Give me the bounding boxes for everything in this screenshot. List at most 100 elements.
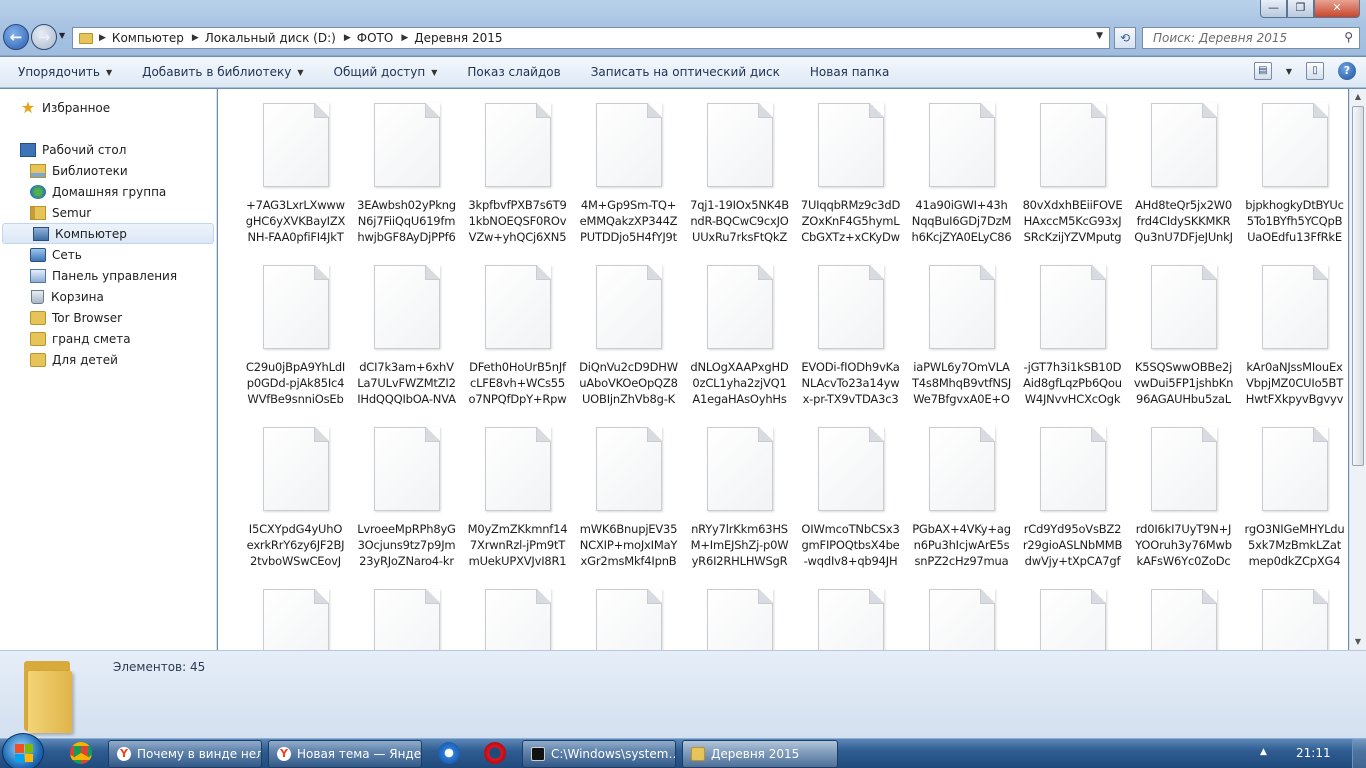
sidebar-item-control-panel[interactable]: Панель управления (0, 265, 216, 286)
taskbar-item-explorer[interactable]: Деревня 2015 (682, 740, 838, 768)
scroll-down-icon[interactable]: ▼ (1350, 634, 1366, 650)
file-item[interactable] (795, 587, 906, 650)
breadcrumb-foto[interactable]: ФОТО ▶ (357, 31, 408, 45)
refresh-button[interactable]: ⟲ (1114, 27, 1136, 49)
add-to-library-button[interactable]: Добавить в библиотеку ▼ (142, 65, 303, 79)
file-item[interactable]: K5SQSwwOBBe2jvwDui5FP1jshbKn96AGAUHbu5za… (1128, 263, 1239, 425)
folder-icon (24, 657, 74, 733)
file-name: rCd9Yd95oVsBZ2r29gioASLNbMMBdwVjy+tXpCA7… (1022, 522, 1123, 568)
file-item[interactable]: 3kpfbvfPXB7s6T91kbNOEQSF0ROvVZw+yhQCj6XN… (462, 101, 573, 263)
back-button[interactable]: ← (3, 24, 29, 50)
file-item[interactable]: LvroeeMpRPh8yG3Ocjuns9tz7p9Jm23yRJoZNaro… (351, 425, 462, 587)
change-view-icon[interactable]: ▤ (1253, 62, 1272, 80)
breadcrumb-current-folder[interactable]: Деревня 2015 (414, 31, 502, 45)
sidebar-item-libraries[interactable]: Библиотеки (0, 160, 216, 181)
sidebar-item-homegroup[interactable]: Домашняя группа (0, 181, 216, 202)
breadcrumb-local-disk[interactable]: Локальный диск (D:) ▶ (205, 31, 351, 45)
file-item[interactable]: -jGT7h3i1kSB10DAid8gfLqzPb6QouW4JNvvHCXc… (1017, 263, 1128, 425)
slideshow-button[interactable]: Показ слайдов (467, 65, 560, 79)
file-item[interactable]: DiQnVu2cD9DHWuAboVKOeOpQZ8UOBIjnZhVb8g-K… (573, 263, 684, 425)
view-options-chevron-icon[interactable]: ▼ (1286, 67, 1292, 76)
organize-button[interactable]: Упорядочить ▼ (18, 65, 112, 79)
preview-pane-icon[interactable]: ▯ (1306, 62, 1324, 80)
address-bar[interactable]: ▶ Компьютер ▶ Локальный диск (D:) ▶ ФОТО ▶ … (72, 27, 1110, 49)
sidebar-item-grand-smeta[interactable]: гранд смета (0, 328, 216, 349)
file-item[interactable] (906, 587, 1017, 650)
new-folder-button[interactable]: Новая папка (810, 65, 889, 79)
file-item[interactable]: I5CXYpdG4yUhOexrkRrY6zy6JF2BJ2tvboWSwCEo… (240, 425, 351, 587)
file-item[interactable]: PGbAX+4VKy+agn6Pu3hIcjwArE5ssnPZ2cHz97mu… (906, 425, 1017, 587)
scrollbar-thumb[interactable] (1352, 106, 1364, 466)
address-dropdown-icon[interactable]: ▼ (1096, 31, 1103, 41)
file-name: mWK6BnupjEV35NCXIP+moJxIMaYxGr2msMkf4Ipn… (579, 522, 678, 568)
file-item[interactable] (1239, 587, 1348, 650)
breadcrumb-arrow-icon[interactable]: ▶ (99, 33, 106, 43)
taskbar-item-yandex-1[interactable]: Y Почему в винде нел… (108, 740, 262, 768)
file-item[interactable]: EVODi-fIODh9vKaNLAcvTo23a14ywx-pr-TX9vTD… (795, 263, 906, 425)
file-item[interactable]: mWK6BnupjEV35NCXIP+moJxIMaYxGr2msMkf4Ipn… (573, 425, 684, 587)
close-button[interactable]: ✕ (1314, 0, 1360, 18)
internet-explorer-icon[interactable] (438, 742, 460, 764)
file-item[interactable]: dCI7k3am+6xhVLa7ULvFWZMtZI2IHdQQQIbOA-NV… (351, 263, 462, 425)
show-desktop-button[interactable] (1352, 739, 1366, 768)
file-item[interactable]: 7qj1-19IOx5NK4BndR-BQCwC9cxJOUUxRu7rksFt… (684, 101, 795, 263)
sidebar-item-semur[interactable]: Semur (0, 202, 216, 223)
file-item[interactable] (240, 587, 351, 650)
file-item[interactable]: AHd8teQr5jx2W0frd4CIdySKKMKRQu3nU7DFjeJU… (1128, 101, 1239, 263)
search-icon[interactable]: ⚲ (1344, 30, 1353, 44)
sidebar-item-for-kids[interactable]: Для детей (0, 349, 216, 370)
forward-button[interactable]: → (31, 24, 57, 50)
file-item[interactable]: 3EAwbsh02yPkngN6j7FiiQqU619fmhwjbGF8AyDj… (351, 101, 462, 263)
taskbar-item-cmd[interactable]: C:\Windows\system… (522, 740, 676, 768)
file-item[interactable]: 7UIqqbRMz9c3dDZOxKnF4G5hymLCbGXTz+xCKyDw… (795, 101, 906, 263)
file-item[interactable]: +7AG3LxrLXwwwgHC6yXVKBayIZXNH-FAA0pfiFI4… (240, 101, 351, 263)
file-item[interactable] (351, 587, 462, 650)
breadcrumb-arrow-icon[interactable]: ▶ (192, 33, 199, 43)
file-item[interactable]: DFeth0HoUrB5nJfcLFE8vh+WCs55o7NPQfDpY+Rp… (462, 263, 573, 425)
sidebar-item-favorites[interactable]: ★ Избранное (0, 97, 216, 118)
clock[interactable]: 21:11 (1296, 746, 1331, 760)
sidebar-item-recycle-bin[interactable]: Корзина (0, 286, 216, 307)
file-item[interactable]: rCd9Yd95oVsBZ2r29gioASLNbMMBdwVjy+tXpCA7… (1017, 425, 1128, 587)
file-item[interactable] (573, 587, 684, 650)
file-item[interactable] (684, 587, 795, 650)
search-input[interactable]: Поиск: Деревня 2015 ⚲ (1142, 27, 1360, 49)
scroll-up-icon[interactable]: ▲ (1350, 89, 1366, 105)
sidebar-item-desktop[interactable]: Рабочий стол (0, 139, 216, 160)
file-item[interactable]: 80vXdxhBEiiFOVEHAxccM5KcG93xJSRcKzijYZVM… (1017, 101, 1128, 263)
file-item[interactable]: 4M+Gp9Sm-TQ+eMMQakzXP344ZPUTDDjo5H4fYJ9t… (573, 101, 684, 263)
file-item[interactable]: iaPWL6y7OmVLAT4s8MhqB9vtfNSJWe7BfgvxA0E+… (906, 263, 1017, 425)
burn-button[interactable]: Записать на оптический диск (591, 65, 780, 79)
opera-icon[interactable] (484, 742, 506, 764)
file-item[interactable]: C29u0jBpA9YhLdIp0GDd-pjAk85Ic4WVfBe9snni… (240, 263, 351, 425)
file-item[interactable] (1017, 587, 1128, 650)
breadcrumb-arrow-icon[interactable]: ▶ (401, 33, 408, 43)
taskbar-item-yandex-2[interactable]: Y Новая тема — Янде… (268, 740, 422, 768)
start-button[interactable] (2, 733, 44, 768)
file-item[interactable]: bjpkhogkyDtBYUc5To1BYfh5YCQpBUaOEdfu13Ff… (1239, 101, 1348, 263)
sidebar-item-tor-browser[interactable]: Tor Browser (0, 307, 216, 328)
file-icon (928, 589, 995, 650)
file-item[interactable]: dNLOgXAAPxgHD0zCL1yha2zjVQ1A1egaHAsOyhHs… (684, 263, 795, 425)
help-icon[interactable]: ? (1338, 62, 1356, 80)
file-item[interactable]: rd0I6kI7UyT9N+JYOOruh3y76MwbkAFsW6Yc0ZoD… (1128, 425, 1239, 587)
recent-pages-chevron-icon[interactable]: ▼ (59, 31, 65, 40)
breadcrumb-computer[interactable]: Компьютер ▶ (112, 31, 199, 45)
file-item[interactable] (462, 587, 573, 650)
file-item[interactable]: OIWmcoTNbCSx3gmFIPOQtbsX4be-wqdIv8+qb94J… (795, 425, 906, 587)
file-item[interactable]: 41a90iGWI+43hNqqBuI6GDj7DzMh6KcjZYA0ELyC… (906, 101, 1017, 263)
file-item[interactable]: nRYy7lrKkm63HSM+ImEJShZj-p0WyR6I2RHLHWSg… (684, 425, 795, 587)
vertical-scrollbar[interactable]: ▲ ▼ (1349, 89, 1366, 650)
file-item[interactable]: rgO3NIGeMHYLdu5xk7MzBmkLZatmep0dkZCpXG4Q… (1239, 425, 1348, 587)
show-hidden-icons-icon[interactable]: ▲ (1260, 747, 1267, 757)
chrome-icon[interactable] (70, 742, 92, 764)
file-item[interactable]: M0yZmZKkmnf147XrwnRzl-jPm9tTmUekUPXVJvI8… (462, 425, 573, 587)
sidebar-item-network[interactable]: Сеть (0, 244, 216, 265)
share-button[interactable]: Общий доступ ▼ (334, 65, 438, 79)
file-item[interactable] (1128, 587, 1239, 650)
file-item[interactable]: kAr0aNJssMIouExVbpjMZ0CUIo5BTHwtFXkpyvBg… (1239, 263, 1348, 425)
minimize-button[interactable]: — (1260, 0, 1287, 18)
breadcrumb-arrow-icon[interactable]: ▶ (344, 33, 351, 43)
sidebar-item-computer[interactable]: Компьютер (2, 223, 214, 244)
maximize-button[interactable]: ❐ (1287, 0, 1314, 18)
